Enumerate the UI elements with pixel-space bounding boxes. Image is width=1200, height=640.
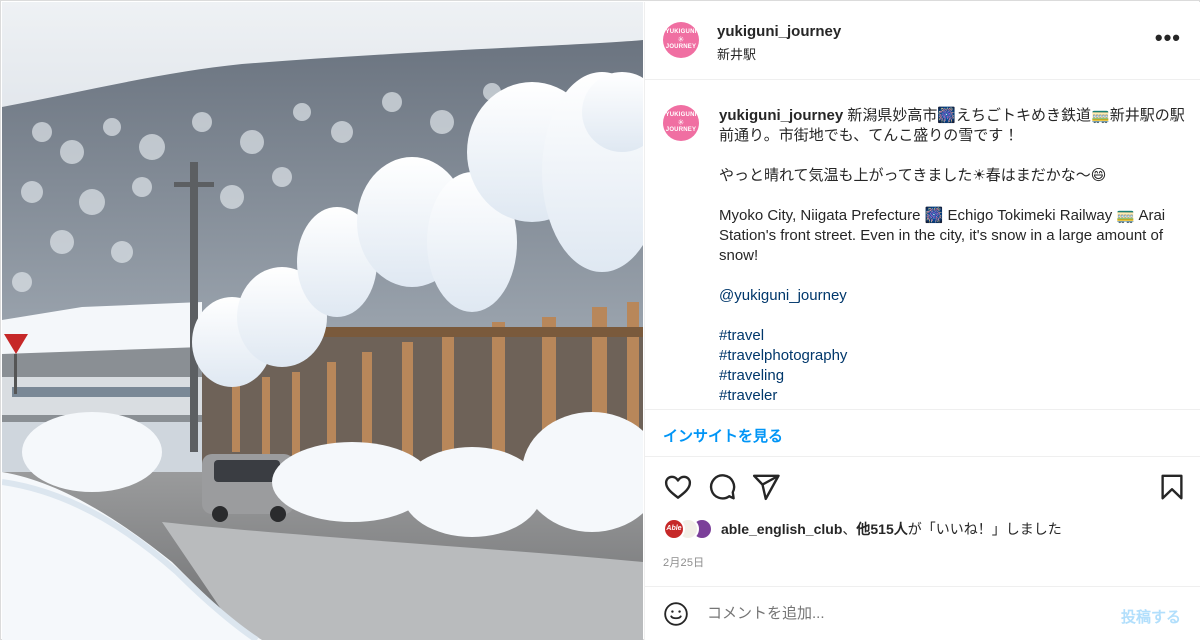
location-link[interactable]: 新井駅 — [717, 44, 756, 63]
likes-summary: Able able_english_club、他515人が「いいね！」しました — [663, 517, 1062, 541]
post-header: YUKIGUNI ✳ JOURNEY yukiguni_journey 新井駅 … — [645, 2, 1200, 80]
username-link[interactable]: yukiguni_journey — [717, 23, 841, 40]
view-insights-link[interactable]: インサイトを見る — [663, 425, 783, 446]
caption-text: yukiguni_journey 新潟県妙高市🎆えちごトキめき鉄道🚃新井駅の駅前… — [719, 106, 1185, 406]
likes-count-link[interactable]: 他515人 — [856, 521, 907, 537]
snowflake-icon: ✳ — [677, 35, 685, 44]
caption-jp-paragraph: yukiguni_journey 新潟県妙高市🎆えちごトキめき鉄道🚃新井駅の駅前… — [719, 106, 1185, 146]
hashtag-link[interactable]: #traveler — [719, 386, 1185, 406]
caption-avatar[interactable]: YUKIGUNI ✳ JOURNEY — [663, 105, 699, 141]
hashtag-link[interactable]: #travelphotography — [719, 346, 1185, 366]
profile-avatar[interactable]: YUKIGUNI ✳ JOURNEY — [663, 22, 699, 58]
action-bar — [645, 468, 1200, 508]
hashtag-link[interactable]: #traveling — [719, 366, 1185, 386]
snowy-street-image — [2, 2, 643, 640]
paper-plane-icon[interactable] — [751, 472, 781, 502]
comment-icon[interactable] — [707, 472, 737, 502]
avatar-text-bottom: JOURNEY — [665, 44, 697, 50]
caption-username-link[interactable]: yukiguni_journey — [719, 107, 843, 124]
likes-suffix: が「いいね！」しました — [907, 521, 1062, 537]
liker-avatar[interactable]: Able — [663, 518, 685, 540]
post-photo[interactable] — [2, 2, 643, 640]
post-comment-button[interactable]: 投稿する — [1121, 606, 1181, 627]
smiley-icon[interactable] — [663, 601, 689, 627]
heart-icon[interactable] — [663, 472, 693, 502]
snowflake-icon: ✳ — [677, 118, 685, 127]
avatar-text-bottom: JOURNEY — [665, 127, 697, 133]
hashtag-link[interactable]: #travel — [719, 326, 1185, 346]
caption-jp-line2: やっと晴れて気温も上がってきました☀春はまだかな～😄 — [719, 167, 1107, 184]
insights-bar: インサイトを見る — [645, 409, 1200, 457]
comment-bar: 投稿する — [645, 586, 1200, 640]
comment-input[interactable] — [707, 605, 1087, 622]
caption-section: YUKIGUNI ✳ JOURNEY yukiguni_journey 新潟県妙… — [645, 81, 1200, 408]
likes-text: able_english_club、他515人が「いいね！」しました — [721, 519, 1062, 539]
post-date[interactable]: 2月25日 — [663, 554, 704, 570]
mention-link[interactable]: @yukiguni_journey — [719, 286, 1185, 306]
post-sidebar: YUKIGUNI ✳ JOURNEY yukiguni_journey 新井駅 … — [644, 2, 1200, 640]
liker-username-link[interactable]: able_english_club — [721, 521, 842, 537]
caption-en-text: Myoko City, Niigata Prefecture 🎆 Echigo … — [719, 207, 1166, 264]
more-horizontal-icon[interactable]: ••• — [1155, 27, 1181, 49]
bookmark-icon[interactable] — [1157, 472, 1187, 502]
likes-separator: 、 — [842, 521, 857, 537]
post-modal: YUKIGUNI ✳ JOURNEY yukiguni_journey 新井駅 … — [0, 0, 1200, 640]
